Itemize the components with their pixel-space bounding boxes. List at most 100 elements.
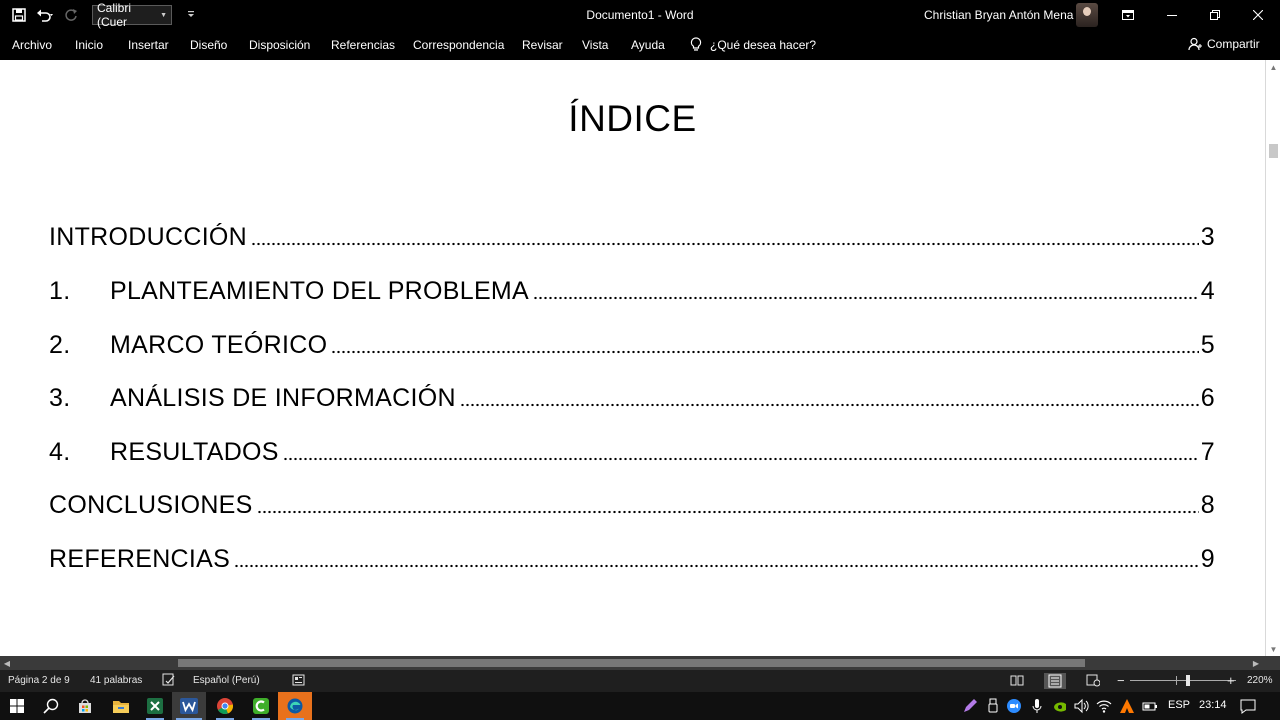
battery-icon[interactable] bbox=[1142, 698, 1158, 714]
restore-icon[interactable] bbox=[1193, 0, 1237, 30]
toc-dot-leader bbox=[459, 401, 1199, 409]
lightbulb-icon bbox=[690, 37, 702, 51]
proofing-icon[interactable] bbox=[162, 673, 176, 687]
toc-dot-leader bbox=[331, 348, 1199, 356]
toc-entry[interactable]: 2. MARCO TEÓRICO 5 bbox=[49, 326, 1215, 360]
excel-icon[interactable] bbox=[138, 692, 172, 720]
avast-icon[interactable] bbox=[1119, 698, 1135, 714]
share-label: Compartir bbox=[1207, 37, 1260, 51]
tab-revisar[interactable]: Revisar bbox=[522, 38, 563, 52]
tab-inicio[interactable]: Inicio bbox=[75, 38, 103, 52]
toc-dot-leader bbox=[282, 455, 1199, 463]
pen-icon[interactable] bbox=[962, 698, 978, 714]
horizontal-scroll-thumb[interactable] bbox=[178, 659, 1085, 667]
zoom-slider-center-tick bbox=[1176, 676, 1177, 685]
search-icon[interactable] bbox=[34, 692, 68, 720]
store-icon[interactable] bbox=[68, 692, 102, 720]
close-icon[interactable] bbox=[1236, 0, 1280, 30]
toc-entry[interactable]: 1. PLANTEAMIENTO DEL PROBLEMA 4 bbox=[49, 272, 1215, 306]
scroll-up-icon[interactable]: ▲ bbox=[1266, 60, 1280, 74]
scrollbar-corner bbox=[1265, 656, 1280, 670]
scroll-right-icon[interactable]: ▶ bbox=[1249, 656, 1263, 670]
document-page[interactable]: ÍNDICE INTRODUCCIÓN 3 1. PLANTEAMIENTO D… bbox=[0, 60, 1265, 656]
toc-entry[interactable]: REFERENCIAS 9 bbox=[49, 540, 1215, 574]
toc-dot-leader bbox=[251, 240, 1199, 248]
save-icon[interactable] bbox=[8, 4, 30, 26]
toc-page-number: 6 bbox=[1200, 384, 1215, 412]
scroll-down-icon[interactable]: ▼ bbox=[1266, 642, 1280, 656]
document-title: Documento1 - Word bbox=[586, 8, 694, 22]
tab-correspondencia[interactable]: Correspondencia bbox=[413, 38, 504, 52]
word-count[interactable]: 41 palabras bbox=[90, 675, 142, 686]
word-window: Calibri (Cuer ▼ Documento1 - Word Christ… bbox=[0, 0, 1280, 720]
tab-disposicion[interactable]: Disposición bbox=[249, 38, 310, 52]
share-button[interactable]: Compartir bbox=[1188, 37, 1260, 51]
quick-access-toolbar: Calibri (Cuer ▼ bbox=[8, 1, 196, 29]
chevron-down-icon: ▼ bbox=[160, 11, 167, 19]
chrome-icon[interactable] bbox=[208, 692, 242, 720]
usb-device-icon[interactable] bbox=[985, 698, 1001, 714]
undo-icon[interactable] bbox=[34, 4, 56, 26]
read-mode-icon[interactable] bbox=[1010, 673, 1024, 687]
font-name-value: Calibri (Cuer bbox=[97, 1, 132, 29]
web-layout-icon[interactable] bbox=[1086, 673, 1101, 687]
microphone-icon[interactable] bbox=[1029, 698, 1045, 714]
tell-me-search[interactable]: ¿Qué desea hacer? bbox=[690, 37, 816, 52]
volume-icon[interactable] bbox=[1073, 698, 1089, 714]
toc-entry-number: 1. bbox=[49, 277, 71, 305]
title-bar: Calibri (Cuer ▼ Documento1 - Word Christ… bbox=[0, 0, 1280, 30]
input-language[interactable]: ESP bbox=[1168, 699, 1190, 711]
page-count[interactable]: Página 2 de 9 bbox=[8, 675, 70, 686]
zoom-level[interactable]: 220% bbox=[1247, 675, 1273, 686]
zoom-slider-thumb[interactable] bbox=[1186, 675, 1190, 686]
toc-entry-title: ANÁLISIS DE INFORMACIÓN bbox=[110, 384, 456, 412]
camtasia-icon[interactable] bbox=[244, 692, 278, 720]
clock-time[interactable]: 23:14 bbox=[1199, 699, 1227, 711]
scroll-left-icon[interactable]: ◀ bbox=[0, 656, 14, 670]
toc-entry-title: REFERENCIAS bbox=[49, 545, 231, 573]
user-name[interactable]: Christian Bryan Antón Mena bbox=[924, 8, 1073, 22]
toc-dot-leader bbox=[234, 562, 1199, 570]
toc-entry[interactable]: INTRODUCCIÓN 3 bbox=[49, 218, 1215, 252]
print-layout-icon[interactable] bbox=[1044, 673, 1066, 689]
zoom-meeting-icon[interactable] bbox=[1006, 698, 1022, 714]
toc-entry-title: PLANTEAMIENTO DEL PROBLEMA bbox=[110, 277, 530, 305]
notification-center-icon[interactable] bbox=[1240, 698, 1256, 714]
nvidia-icon[interactable] bbox=[1052, 698, 1068, 714]
accessibility-icon[interactable] bbox=[292, 673, 306, 687]
tab-archivo[interactable]: Archivo bbox=[12, 38, 52, 52]
edge-icon[interactable] bbox=[278, 692, 312, 720]
redo-icon[interactable] bbox=[60, 4, 82, 26]
toc-entry[interactable]: 3. ANÁLISIS DE INFORMACIÓN 6 bbox=[49, 379, 1215, 413]
toc-entry-title: RESULTADOS bbox=[110, 438, 279, 466]
toc-page-number: 8 bbox=[1200, 491, 1215, 519]
horizontal-scrollbar[interactable]: ◀ ▶ bbox=[0, 656, 1265, 670]
start-icon[interactable] bbox=[0, 692, 34, 720]
font-name-dropdown[interactable]: Calibri (Cuer ▼ bbox=[92, 1, 172, 29]
vertical-scroll-thumb[interactable] bbox=[1269, 144, 1278, 158]
wifi-icon[interactable] bbox=[1096, 698, 1112, 714]
file-explorer-icon[interactable] bbox=[104, 692, 138, 720]
toc-entry[interactable]: CONCLUSIONES 8 bbox=[49, 486, 1215, 520]
avatar[interactable] bbox=[1076, 3, 1098, 27]
vertical-scrollbar[interactable]: ▲ ▼ bbox=[1265, 60, 1280, 656]
customize-qat-icon[interactable] bbox=[186, 9, 196, 22]
zoom-slider[interactable] bbox=[1130, 680, 1236, 681]
tell-me-text: ¿Qué desea hacer? bbox=[710, 37, 817, 52]
toc-entry-title: CONCLUSIONES bbox=[49, 491, 253, 519]
word-icon[interactable] bbox=[172, 692, 206, 720]
language-status[interactable]: Español (Perú) bbox=[193, 675, 260, 686]
toc-page-number: 3 bbox=[1200, 223, 1215, 251]
toc-entry[interactable]: 4. RESULTADOS 7 bbox=[49, 433, 1215, 467]
tab-diseno[interactable]: Diseño bbox=[190, 38, 227, 52]
minimize-icon[interactable] bbox=[1150, 0, 1194, 30]
tab-referencias[interactable]: Referencias bbox=[331, 38, 395, 52]
zoom-in-button[interactable]: + bbox=[1227, 673, 1235, 688]
tab-insertar[interactable]: Insertar bbox=[128, 38, 169, 52]
person-icon bbox=[1188, 37, 1202, 51]
tab-vista[interactable]: Vista bbox=[582, 38, 608, 52]
tab-ayuda[interactable]: Ayuda bbox=[631, 38, 665, 52]
ribbon-display-options-icon[interactable] bbox=[1106, 0, 1150, 30]
zoom-out-button[interactable]: − bbox=[1117, 673, 1125, 688]
toc-dot-leader bbox=[533, 294, 1199, 302]
